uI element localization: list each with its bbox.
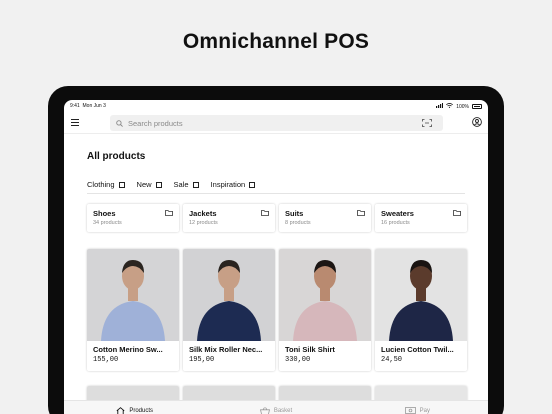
divider xyxy=(87,193,465,194)
checkbox[interactable] xyxy=(155,181,162,188)
filter-clothing[interactable]: Clothing xyxy=(87,180,125,189)
top-bar: Search products xyxy=(64,112,488,134)
category-name: Sweaters xyxy=(381,209,414,218)
status-date: Mon Jun 3 xyxy=(82,103,106,109)
search-placeholder: Search products xyxy=(128,118,183,128)
status-left: 9:41 Mon Jun 3 xyxy=(70,103,106,110)
product-price: 195,00 xyxy=(189,356,215,364)
signal-icon xyxy=(436,103,444,110)
product-photo xyxy=(279,249,371,341)
product-photo xyxy=(183,249,275,341)
status-bar: 9:41 Mon Jun 3 100% xyxy=(64,100,488,110)
checkbox[interactable] xyxy=(118,181,125,188)
filter-label: New xyxy=(136,180,152,189)
account-icon[interactable] xyxy=(472,117,482,127)
product-photo xyxy=(87,249,179,341)
tab-label: Products xyxy=(129,407,153,414)
category-card-sweaters[interactable]: Sweaters 16 products xyxy=(375,204,467,232)
category-card-shoes[interactable]: Shoes 34 products xyxy=(87,204,179,232)
product-card[interactable]: Cotton Merino Sw... 155,00 xyxy=(87,249,179,371)
tab-pay[interactable]: Pay xyxy=(347,401,488,414)
product-name: Silk Mix Roller Nec... xyxy=(189,345,263,354)
filter-sale[interactable]: Sale xyxy=(174,180,199,189)
filter-label: Inspiration xyxy=(210,180,246,189)
tab-label: Pay xyxy=(419,407,430,414)
product-photo xyxy=(375,249,467,341)
product-name: Toni Silk Shirt xyxy=(285,345,335,354)
product-price: 24,50 xyxy=(381,356,403,364)
folder-icon xyxy=(261,210,269,216)
tab-basket[interactable]: Basket xyxy=(205,401,346,414)
filter-inspiration[interactable]: Inspiration xyxy=(211,180,256,189)
tab-products[interactable]: Products xyxy=(64,401,205,414)
filter-new[interactable]: New xyxy=(137,180,162,189)
search-input[interactable]: Search products xyxy=(110,115,443,131)
folder-icon xyxy=(165,210,173,216)
tablet-screen: 9:41 Mon Jun 3 100% Search products All … xyxy=(64,100,488,414)
barcode-scan-icon[interactable] xyxy=(422,119,432,127)
product-name: Lucien Cotton Twil... xyxy=(381,345,454,354)
home-icon xyxy=(116,406,125,414)
checkbox[interactable] xyxy=(249,181,256,188)
cash-icon xyxy=(404,407,416,414)
category-name: Suits xyxy=(285,209,304,218)
folder-icon xyxy=(453,210,461,216)
battery-percent: 100% xyxy=(456,103,469,110)
category-name: Shoes xyxy=(93,209,116,218)
wifi-icon xyxy=(446,103,454,110)
status-time: 9:41 xyxy=(70,103,80,109)
category-count: 34 products xyxy=(93,220,122,226)
menu-icon[interactable] xyxy=(71,119,79,126)
battery-icon xyxy=(472,104,482,109)
filter-label: Sale xyxy=(173,180,189,189)
tab-bar: Products Basket Pay xyxy=(64,400,488,414)
filter-bar: Clothing New Sale Inspiration xyxy=(87,180,256,189)
headline: Omnichannel POS xyxy=(182,30,370,53)
category-card-suits[interactable]: Suits 8 products xyxy=(279,204,371,232)
product-price: 330,00 xyxy=(285,356,311,364)
status-right: 100% xyxy=(436,103,482,110)
category-name: Jackets xyxy=(189,209,217,218)
page-title: All products xyxy=(87,151,146,162)
product-card[interactable]: Toni Silk Shirt 330,00 xyxy=(279,249,371,371)
category-card-jackets[interactable]: Jackets 12 products xyxy=(183,204,275,232)
checkbox[interactable] xyxy=(192,181,199,188)
category-count: 12 products xyxy=(189,220,218,226)
product-card[interactable]: Silk Mix Roller Nec... 195,00 xyxy=(183,249,275,371)
search-icon xyxy=(116,119,123,127)
filter-label: Clothing xyxy=(87,180,115,189)
basket-icon xyxy=(259,406,270,414)
tab-label: Basket xyxy=(273,407,293,414)
product-price: 155,00 xyxy=(93,356,119,364)
category-count: 16 products xyxy=(381,220,410,226)
product-name: Cotton Merino Sw... xyxy=(93,345,163,354)
product-card[interactable]: Lucien Cotton Twil... 24,50 xyxy=(375,249,467,371)
category-count: 8 products xyxy=(285,220,311,226)
folder-icon xyxy=(357,210,365,216)
